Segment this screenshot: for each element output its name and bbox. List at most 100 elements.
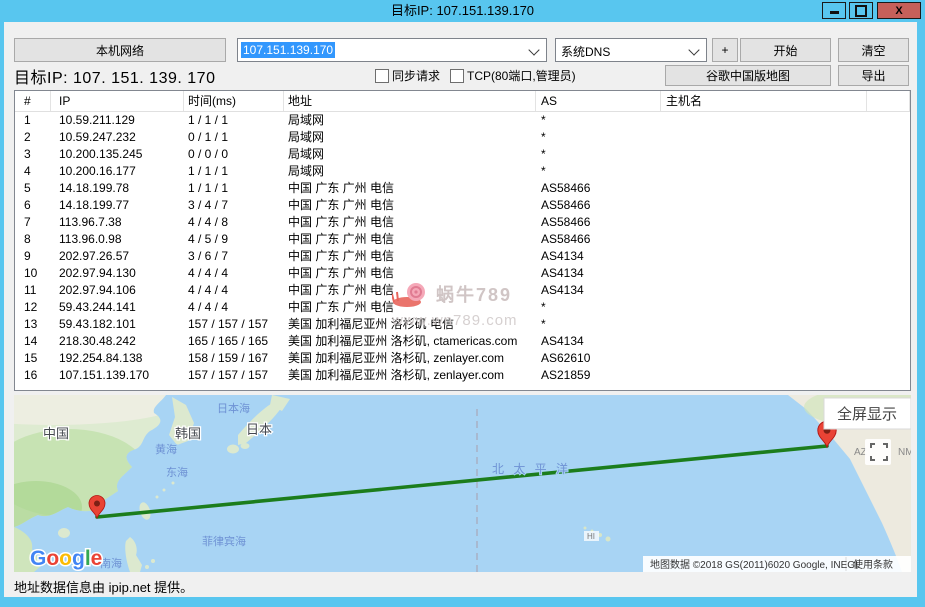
cell-time: 4 / 4 / 4	[184, 265, 284, 282]
col-ip[interactable]: IP	[51, 91, 184, 111]
map-attribution: 地图数据 ©2018 GS(2011)6020 Google, INEGI	[650, 558, 858, 571]
table-row[interactable]: 7113.96.7.384 / 4 / 8中国 广东 广州 电信AS58466	[15, 214, 910, 231]
col-host[interactable]: 主机名	[661, 91, 867, 111]
table-row[interactable]: 11202.97.94.1064 / 4 / 4中国 广东 广州 电信AS413…	[15, 282, 910, 299]
island	[156, 496, 159, 499]
table-row[interactable]: 10202.97.94.1304 / 4 / 4中国 广东 广州 电信AS413…	[15, 265, 910, 282]
cell-time: 1 / 1 / 1	[184, 112, 284, 129]
col-time[interactable]: 时间(ms)	[184, 91, 284, 111]
sync-request-checkbox[interactable]: 同步请求	[375, 67, 440, 84]
minimize-icon	[830, 11, 839, 14]
table-row[interactable]: 514.18.199.781 / 1 / 1中国 广东 广州 电信AS58466	[15, 180, 910, 197]
col-hop[interactable]: #	[15, 91, 51, 111]
cell-as: AS4134	[536, 248, 661, 265]
cell-ip: 10.200.16.177	[51, 163, 184, 180]
maximize-button[interactable]	[849, 2, 873, 19]
cell-addr: 中国 广东 广州 电信	[284, 299, 536, 316]
cell-hop: 9	[15, 248, 51, 265]
cell-hop: 13	[15, 316, 51, 333]
table-row[interactable]: 310.200.135.2450 / 0 / 0局域网*	[15, 146, 910, 163]
island	[145, 565, 149, 569]
cell-hop: 7	[15, 214, 51, 231]
checkbox-icon[interactable]	[450, 69, 464, 83]
checkbox-icon[interactable]	[375, 69, 389, 83]
col-addr[interactable]: 地址	[284, 91, 536, 111]
cell-hop: 12	[15, 299, 51, 316]
table-row[interactable]: 9202.97.26.573 / 6 / 7中国 广东 广州 电信AS4134	[15, 248, 910, 265]
dns-select-value: 系统DNS	[561, 43, 610, 60]
status-text: 地址数据信息由 ipip.net 提供。	[14, 577, 193, 596]
close-button[interactable]: X	[877, 2, 921, 19]
add-button[interactable]: +	[712, 38, 738, 62]
cell-time: 4 / 4 / 4	[184, 282, 284, 299]
cell-time: 4 / 4 / 8	[184, 214, 284, 231]
google-china-map-button[interactable]: 谷歌中国版地图	[665, 65, 831, 86]
cell-hop: 4	[15, 163, 51, 180]
cell-as: AS58466	[536, 231, 661, 248]
cell-ip: 202.97.94.106	[51, 282, 184, 299]
route-map[interactable]: 日本海 黄海 东海 菲律宾海 南海 北 太 平 洋 中国 韩国 日本 HI AZ…	[14, 395, 911, 572]
titlebar[interactable]: 目标IP: 107.151.139.170 X	[0, 0, 925, 22]
cell-hop: 8	[15, 231, 51, 248]
start-button[interactable]: 开始	[740, 38, 831, 62]
cell-time: 0 / 0 / 0	[184, 146, 284, 163]
table-row[interactable]: 14218.30.48.242165 / 165 / 165美国 加利福尼亚州 …	[15, 333, 910, 350]
col-as[interactable]: AS	[536, 91, 661, 111]
cell-as: AS21859	[536, 367, 661, 384]
export-button[interactable]: 导出	[838, 65, 909, 86]
island	[151, 559, 155, 563]
dns-select[interactable]: 系统DNS	[555, 38, 707, 62]
label-new-mexico: NM	[898, 447, 911, 458]
cell-as: AS62610	[536, 350, 661, 367]
target-ip-combobox[interactable]: 107.151.139.170	[237, 38, 547, 62]
cell-as: AS58466	[536, 180, 661, 197]
table-row[interactable]: 1259.43.244.1414 / 4 / 4中国 广东 广州 电信*	[15, 299, 910, 316]
cell-ip: 14.18.199.78	[51, 180, 184, 197]
table-row[interactable]: 15192.254.84.138158 / 159 / 167美国 加利福尼亚州…	[15, 350, 910, 367]
cell-time: 1 / 1 / 1	[184, 163, 284, 180]
maximize-icon	[855, 5, 867, 17]
cell-ip: 14.18.199.77	[51, 197, 184, 214]
cell-addr: 中国 广东 广州 电信	[284, 231, 536, 248]
cell-ip: 107.151.139.170	[51, 367, 184, 384]
cell-hop: 3	[15, 146, 51, 163]
label-yellow-sea: 黄海	[155, 442, 177, 456]
cell-time: 157 / 157 / 157	[184, 367, 284, 384]
local-network-button[interactable]: 本机网络	[14, 38, 226, 62]
cell-hop: 14	[15, 333, 51, 350]
col-filler	[867, 91, 910, 111]
tcp-port-checkbox[interactable]: TCP(80端口,管理员)	[450, 67, 576, 84]
cell-hop: 2	[15, 129, 51, 146]
fullscreen-button[interactable]	[865, 439, 891, 465]
table-row[interactable]: 614.18.199.773 / 4 / 7中国 广东 广州 电信AS58466	[15, 197, 910, 214]
table-row[interactable]: 110.59.211.1291 / 1 / 1局域网*	[15, 112, 910, 129]
cell-addr: 局域网	[284, 112, 536, 129]
table-row[interactable]: 16107.151.139.170157 / 157 / 157美国 加利福尼亚…	[15, 367, 910, 384]
minimize-button[interactable]	[822, 2, 846, 19]
label-south-china-sea: 南海	[100, 556, 122, 570]
cell-ip: 113.96.7.38	[51, 214, 184, 231]
cell-time: 4 / 5 / 9	[184, 231, 284, 248]
cell-ip: 59.43.182.101	[51, 316, 184, 333]
chevron-down-icon[interactable]	[528, 44, 539, 55]
table-row[interactable]: 8113.96.0.984 / 5 / 9中国 广东 广州 电信AS58466	[15, 231, 910, 248]
table-row[interactable]: 210.59.247.2320 / 1 / 1局域网*	[15, 129, 910, 146]
label-philippine-sea: 菲律宾海	[202, 534, 246, 548]
clear-button[interactable]: 清空	[838, 38, 909, 62]
label-east-china-sea: 东海	[166, 465, 188, 479]
table-row[interactable]: 1359.43.182.101157 / 157 / 157美国 加利福尼亚州 …	[15, 316, 910, 333]
label-arizona: AZ	[854, 447, 867, 458]
target-ip-value: 107.151.139.170	[241, 42, 335, 58]
label-hawaii: HI	[587, 532, 595, 541]
chevron-down-icon[interactable]	[688, 44, 699, 55]
terms-link[interactable]: 使用条款	[853, 558, 893, 571]
table-row[interactable]: 410.200.16.1771 / 1 / 1局域网*	[15, 163, 910, 180]
cell-as: AS58466	[536, 197, 661, 214]
fullscreen-label: 全屏显示	[837, 405, 897, 423]
cell-hop: 11	[15, 282, 51, 299]
cell-as: *	[536, 299, 661, 316]
sync-request-label: 同步请求	[392, 67, 440, 84]
google-logo[interactable]: Google	[30, 547, 102, 570]
cell-hop: 5	[15, 180, 51, 197]
cell-as: *	[536, 129, 661, 146]
